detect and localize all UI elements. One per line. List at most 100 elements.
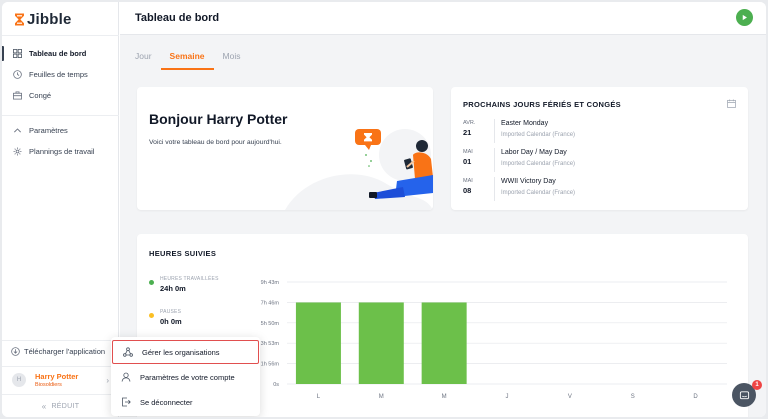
welcome-card: Bonjour Harry Potter Voici votre tableau… — [137, 87, 433, 210]
x-tick-label: M — [442, 394, 447, 400]
start-timer-button[interactable] — [736, 9, 753, 26]
app-logo[interactable]: Jibble — [14, 10, 72, 28]
divider — [2, 35, 119, 36]
holiday-day: 21 — [463, 128, 472, 137]
tab-day[interactable]: Jour — [135, 48, 161, 70]
logout-item[interactable]: Se déconnecter — [111, 390, 260, 414]
x-tick-label: V — [568, 394, 572, 400]
manage-organizations-item[interactable]: Gérer les organisations — [112, 340, 259, 364]
holiday-month: AVR. — [463, 120, 476, 126]
holiday-item: AVR. 21 Easter Monday Imported Calendar … — [463, 119, 733, 143]
sidebar-item-label: Paramètres — [29, 126, 68, 135]
y-tick-label: 5h 50m — [261, 321, 280, 327]
holiday-source: Imported Calendar (France) — [501, 161, 576, 167]
page-title: Tableau de bord — [135, 12, 220, 24]
holiday-name: Easter Monday — [501, 120, 549, 127]
organization-icon — [123, 347, 133, 357]
holiday-day: 01 — [463, 157, 472, 166]
sidebar-item-leave[interactable]: Congé — [2, 85, 119, 106]
x-tick-label: D — [693, 394, 698, 400]
download-label: Télécharger l'application — [24, 347, 106, 356]
weekly-hours-chart: 0s 1h 56m 3h 53m 5h 50m 7h 46m 9h 43m L M M J V S D — [261, 280, 727, 400]
tab-week[interactable]: Semaine — [160, 48, 214, 70]
jibble-logo-icon — [15, 13, 24, 25]
gear-icon — [13, 147, 22, 156]
sidebar: Jibble Tableau de bord Feuilles de temps — [2, 2, 119, 417]
account-settings-item[interactable]: Paramètres de votre compte — [111, 365, 260, 389]
logout-icon — [121, 397, 131, 407]
menu-item-label: Paramètres de votre compte — [140, 372, 235, 382]
holidays-title: PROCHAINS JOURS FÉRIÉS ET CONGÉS — [463, 100, 621, 109]
welcome-illustration — [285, 129, 433, 210]
sidebar-item-label: Tableau de bord — [29, 49, 87, 58]
user-organization: Biosoldiers — [35, 382, 62, 388]
sidebar-nav-settings: Paramètres Plannings de travail — [2, 120, 119, 162]
holidays-card: PROCHAINS JOURS FÉRIÉS ET CONGÉS AVR. 21… — [451, 87, 748, 210]
period-tabs: Jour Semaine Mois — [135, 48, 249, 70]
y-tick-label: 7h 46m — [261, 300, 280, 306]
briefcase-icon — [13, 91, 22, 100]
collapse-sidebar-button[interactable]: « RÉDUIT — [2, 394, 119, 417]
y-tick-label: 1h 56m — [261, 362, 280, 368]
avatar: H — [12, 373, 26, 387]
sidebar-nav: Tableau de bord Feuilles de temps Congé — [2, 43, 119, 106]
worked-hours-value: 24h 0m — [160, 284, 186, 293]
holiday-month: MAI — [463, 149, 473, 155]
divider — [494, 177, 495, 201]
holiday-source: Imported Calendar (France) — [501, 190, 576, 196]
header: Tableau de bord — [120, 2, 766, 35]
chart-bar[interactable] — [358, 302, 404, 384]
play-icon — [742, 14, 747, 21]
chevron-up-icon — [13, 126, 22, 135]
sidebar-item-label: Congé — [29, 91, 52, 100]
breaks-label: PAUSES — [160, 309, 182, 315]
collapse-label: RÉDUIT — [51, 402, 80, 410]
user-icon — [121, 372, 131, 382]
notification-badge: 1 — [752, 380, 762, 390]
x-tick-label: J — [506, 394, 509, 400]
chart-bar[interactable] — [295, 302, 341, 384]
sidebar-item-dashboard[interactable]: Tableau de bord — [2, 43, 119, 64]
calendar-icon[interactable] — [727, 99, 736, 108]
chat-icon — [739, 390, 749, 399]
chart-bar[interactable] — [421, 302, 467, 384]
tab-month[interactable]: Mois — [214, 48, 250, 70]
holiday-source: Imported Calendar (France) — [501, 132, 576, 138]
download-icon — [11, 347, 20, 356]
divider — [494, 119, 495, 143]
holiday-month: MAI — [463, 178, 473, 184]
y-tick-label: 9h 43m — [261, 280, 280, 286]
y-tick-label: 0s — [273, 382, 279, 388]
worked-hours-label: HEURES TRAVAILLÉES — [160, 276, 219, 282]
x-tick-label: S — [631, 394, 635, 400]
x-tick-label: L — [317, 394, 321, 400]
menu-item-label: Se déconnecter — [140, 397, 193, 407]
sidebar-item-timesheets[interactable]: Feuilles de temps — [2, 64, 119, 85]
clock-icon — [13, 70, 22, 79]
greeting-subtitle: Voici votre tableau de bord pour aujourd… — [149, 139, 282, 146]
status-dot — [149, 313, 154, 318]
holiday-item: MAI 01 Labor Day / May Day Imported Cale… — [463, 148, 733, 172]
dashboard-icon — [13, 49, 22, 58]
double-chevron-left-icon: « — [41, 401, 47, 411]
holiday-name: Labor Day / May Day — [501, 149, 567, 156]
x-tick-label: M — [379, 394, 384, 400]
user-profile[interactable]: H Harry Potter Biosoldiers › — [2, 366, 119, 393]
sidebar-item-settings[interactable]: Paramètres — [2, 120, 119, 141]
sidebar-item-label: Plannings de travail — [29, 147, 95, 156]
chevron-right-icon: › — [106, 376, 109, 385]
app-name: Jibble — [27, 10, 72, 28]
holiday-day: 08 — [463, 186, 472, 195]
menu-item-label: Gérer les organisations — [142, 347, 220, 357]
divider — [2, 115, 119, 116]
download-app-link[interactable]: Télécharger l'application — [2, 340, 119, 362]
holiday-item: MAI 08 WWII Victory Day Imported Calenda… — [463, 177, 733, 201]
sidebar-item-schedules[interactable]: Plannings de travail — [2, 141, 119, 162]
divider — [494, 148, 495, 172]
status-dot — [149, 280, 154, 285]
breaks-value: 0h 0m — [160, 317, 182, 326]
y-tick-label: 3h 53m — [261, 341, 280, 347]
user-name: Harry Potter — [35, 372, 79, 381]
tracked-hours-title: HEURES SUIVIES — [149, 249, 217, 258]
holiday-name: WWII Victory Day — [501, 178, 556, 185]
